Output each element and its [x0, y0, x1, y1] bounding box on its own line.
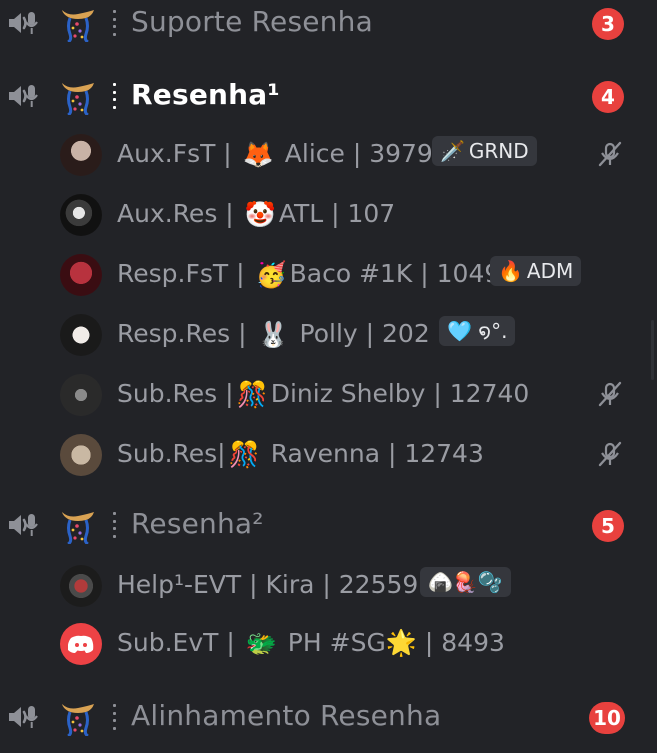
separator-icon [113, 512, 117, 538]
role-tag: 🩵 ໑°. [439, 316, 516, 346]
avatar [60, 254, 102, 296]
avatar [60, 374, 102, 416]
channel-name: Suporte Resenha [131, 5, 373, 38]
user-name: Resp.FsT | 🥳 Baco #1K | 1049 [117, 259, 501, 289]
user-name: Sub.EvT | 🐲 PH #SG🌟 | 8493 [117, 628, 505, 658]
mic-muted-icon [596, 380, 624, 408]
voice-user-row[interactable]: Help¹-EVT | Kira | 22559 🍙🪼🫧 [0, 557, 657, 613]
user-name: Sub.Res | 🎊 Diniz Shelby | 12740 [117, 379, 530, 409]
voice-user-row[interactable]: Sub.Res | 🎊 Diniz Shelby | 12740 [0, 366, 657, 422]
mention-badge: 4 [592, 81, 624, 113]
user-name: Aux.FsT | 🦊 Alice | 3979 [117, 139, 433, 169]
voice-channel-suporte-resenha[interactable]: Suporte Resenha 3 [0, 0, 657, 48]
voice-user-row[interactable]: Sub.EvT | 🐲 PH #SG🌟 | 8493 [0, 615, 657, 671]
voice-user-row[interactable]: Aux.Res | 🤡 ATL | 107 [0, 186, 657, 242]
confetti-emoji-icon [58, 6, 98, 42]
discord-logo-icon [68, 635, 94, 653]
channel-name: Alinhamento Resenha [131, 699, 442, 732]
role-tag: 🔥 ADM [490, 256, 582, 286]
mic-muted-icon [596, 140, 624, 168]
avatar [60, 134, 102, 176]
user-name: Help¹-EVT | Kira | 22559 [117, 570, 419, 599]
voice-user-row[interactable]: Resp.FsT | 🥳 Baco #1K | 1049 🔥 ADM [0, 246, 657, 302]
scrollbar[interactable] [651, 320, 654, 380]
voice-channel-icon [6, 81, 40, 111]
avatar [60, 434, 102, 476]
mention-badge: 10 [589, 702, 625, 734]
separator-icon [113, 10, 117, 36]
separator-icon [113, 83, 117, 109]
user-name: Resp.Res | 🐰 Polly | 202 [117, 319, 430, 349]
fire-icon: 🔥 [498, 259, 523, 283]
confetti-emoji-icon [58, 79, 98, 115]
user-name: Aux.Res | 🤡 ATL | 107 [117, 199, 396, 229]
voice-user-row[interactable]: Resp.Res | 🐰 Polly | 202 🩵 ໑°. [0, 306, 657, 362]
sword-icon: 🗡️ [440, 139, 465, 163]
mention-badge: 5 [592, 510, 624, 542]
voice-channel-icon [6, 8, 40, 38]
voice-channel-resenha1[interactable]: Resenha¹ 4 [0, 73, 657, 121]
confetti-emoji-icon [58, 508, 98, 544]
avatar [60, 314, 102, 356]
avatar [60, 194, 102, 236]
confetti-emoji-icon [58, 700, 98, 736]
voice-channel-resenha2[interactable]: Resenha² 5 [0, 502, 657, 550]
user-name: Sub.Res| 🎊 Ravenna | 12743 [117, 439, 484, 469]
avatar [60, 565, 102, 607]
role-tag: 🗡️ GRND [432, 136, 537, 166]
discord-avatar-icon [60, 623, 102, 665]
voice-user-row[interactable]: Aux.FsT | 🦊 Alice | 3979 🗡️ GRND [0, 126, 657, 182]
mic-muted-icon [596, 440, 624, 468]
voice-channel-alinhamento-resenha[interactable]: Alinhamento Resenha 10 [0, 694, 657, 742]
voice-channel-icon [6, 510, 40, 540]
voice-user-row[interactable]: Sub.Res| 🎊 Ravenna | 12743 [0, 426, 657, 482]
channel-name: Resenha¹ [131, 78, 280, 111]
role-tag: 🍙🪼🫧 [420, 567, 511, 597]
channel-name: Resenha² [131, 507, 264, 540]
mention-badge: 3 [592, 8, 624, 40]
voice-channel-icon [6, 702, 40, 732]
separator-icon [113, 704, 117, 730]
